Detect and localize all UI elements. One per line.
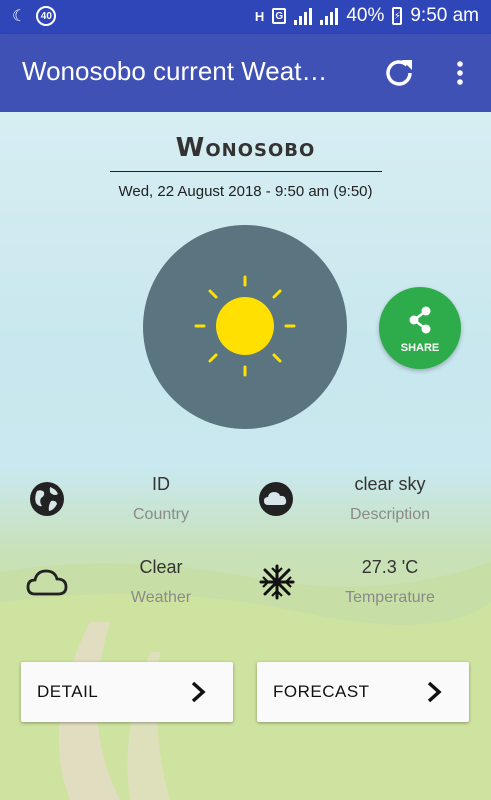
clock: 9:50 am <box>410 5 479 26</box>
snowflake-icon <box>259 564 295 600</box>
city-divider <box>110 171 382 172</box>
battery-percent: 40% <box>346 5 385 26</box>
cloud-outline-icon <box>26 569 68 596</box>
weather-icon-circle <box>143 225 347 429</box>
chevron-right-icon <box>191 681 206 703</box>
share-label: SHARE <box>400 342 440 354</box>
more-vert-icon <box>457 61 463 85</box>
country-value: ID <box>152 474 170 494</box>
network-type: H <box>254 8 265 24</box>
description-value: clear sky <box>354 474 426 494</box>
weather-label: Weather <box>130 589 192 606</box>
refresh-button[interactable] <box>380 54 418 92</box>
signal-icon <box>294 7 313 25</box>
sim-icon: G <box>272 8 287 24</box>
share-button[interactable]: SHARE <box>379 287 461 369</box>
globe-icon <box>30 482 64 516</box>
sun-icon <box>194 275 296 377</box>
app-bar: Wonosobo current Weat… <box>0 34 491 112</box>
description-label: Description <box>349 506 431 523</box>
refresh-icon <box>386 60 412 86</box>
app-title: Wonosobo current Weat… <box>22 56 328 86</box>
notification-badge: 40 <box>36 6 57 26</box>
share-icon <box>409 306 431 334</box>
city-name: Wonosobo <box>175 133 316 163</box>
date-time: Wed, 22 August 2018 - 9:50 am (9:50) <box>118 183 373 200</box>
forecast-button[interactable]: FORECAST <box>257 662 469 722</box>
country-label: Country <box>132 506 190 523</box>
detail-button[interactable]: DETAIL <box>21 662 233 722</box>
overflow-menu-button[interactable] <box>448 54 472 92</box>
status-bar: ☾ 40 H G 40% ⚡ 9:50 am <box>0 0 491 34</box>
battery-icon: ⚡ <box>392 7 403 25</box>
chevron-right-icon <box>427 681 442 703</box>
temperature-value: 27.3 'C <box>361 557 419 577</box>
weather-value: Clear <box>139 557 183 577</box>
signal-icon-2 <box>320 7 339 25</box>
detail-button-label: DETAIL <box>37 682 99 701</box>
moon-icon: ☾ <box>12 8 27 25</box>
forecast-button-label: FORECAST <box>273 682 370 701</box>
temperature-label: Temperature <box>345 589 435 606</box>
cloud-filled-icon <box>259 482 293 516</box>
